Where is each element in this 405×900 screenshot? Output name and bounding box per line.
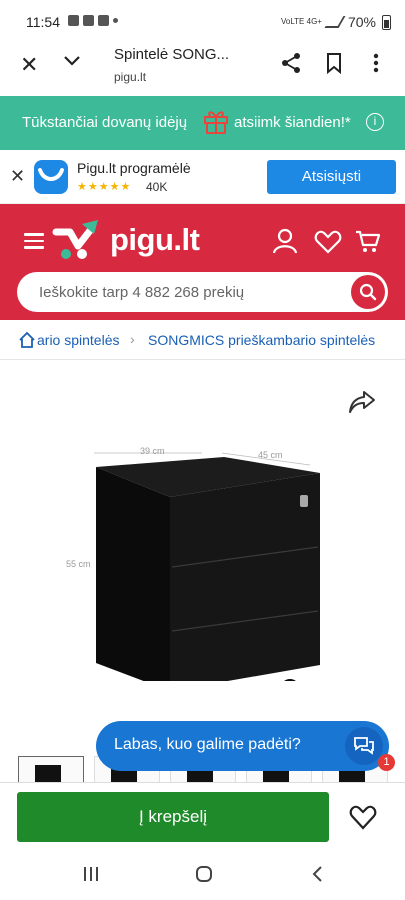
product-gallery: 39 cm 45 cm 55 cm (0, 361, 405, 756)
system-nav-bar (0, 848, 405, 900)
wishlist-icon[interactable] (314, 230, 342, 254)
search-button[interactable] (351, 275, 385, 309)
add-to-wishlist-icon[interactable] (349, 804, 377, 830)
home-icon[interactable] (18, 331, 36, 349)
info-icon[interactable]: i (366, 113, 384, 131)
menu-icon[interactable] (24, 233, 44, 249)
promo-text: Tūkstančiai dovanų idėjų (22, 114, 188, 131)
chat-unread-badge: 1 (378, 754, 395, 771)
dimension-depth-label: 45 cm (258, 450, 283, 460)
browser-toolbar: ✕ Spintelė SONG... pigu.lt (0, 44, 405, 94)
notification-icons (68, 15, 118, 26)
dimension-height-label: 55 cm (66, 559, 91, 569)
chevron-down-icon[interactable] (62, 50, 82, 70)
messenger-icon (98, 15, 109, 26)
chat-widget[interactable]: Labas, kuo galime padėti? (96, 721, 389, 771)
close-banner-icon[interactable]: ✕ (10, 166, 25, 187)
share-arrow-icon[interactable] (348, 389, 376, 415)
page-url[interactable]: pigu.lt (114, 70, 146, 84)
dimension-width-label: 39 cm (140, 446, 165, 456)
status-right: VoLTE 4G+ 70% (281, 14, 391, 30)
breadcrumb-separator: › (130, 331, 135, 347)
gallery-icon (68, 15, 79, 26)
breadcrumb: ario spintelės › SONGMICS prieškambario … (0, 320, 405, 360)
rating-count: 40K (146, 180, 168, 194)
back-nav-icon[interactable] (310, 865, 324, 883)
status-bar: 11:54 VoLTE 4G+ 70% (0, 0, 405, 44)
app-install-banner: ✕ Pigu.lt programėlė ★★★★★ 40K Atsisiųst… (0, 150, 405, 204)
breadcrumb-item[interactable]: SONGMICS prieškambario spintelės (148, 332, 375, 348)
chat-greeting: Labas, kuo galime padėti? (114, 736, 301, 753)
app-name: Pigu.lt programėlė (77, 160, 191, 176)
more-vert-icon[interactable] (366, 52, 386, 74)
page-title: Spintelė SONG... (114, 46, 230, 63)
search-placeholder: Ieškokite tarp 4 882 268 prekių (39, 284, 245, 301)
search-input[interactable]: Ieškokite tarp 4 882 268 prekių (17, 272, 388, 312)
site-header: pigu.lt Ieškokite tarp 4 882 268 prekių (0, 204, 405, 320)
download-app-button[interactable]: Atsisiųsti (267, 160, 396, 194)
gift-icon (204, 111, 228, 134)
pigu-logo-icon[interactable] (52, 218, 106, 262)
rating-stars-icon: ★★★★★ (77, 181, 132, 193)
promo-banner[interactable]: Tūkstančiai dovanų idėjų atsiimk šiandie… (0, 96, 405, 150)
search-icon (359, 283, 377, 301)
share-icon[interactable] (280, 52, 302, 74)
site-logo[interactable]: pigu.lt (110, 222, 200, 258)
battery-icon (382, 14, 391, 30)
user-icon[interactable] (272, 228, 298, 254)
add-to-cart-button[interactable]: Į krepšelį (17, 792, 329, 842)
app-logo-icon (34, 160, 68, 194)
purchase-bar: Į krepšelį (0, 782, 405, 848)
bookmark-icon[interactable] (324, 52, 344, 74)
close-icon[interactable]: ✕ (20, 52, 38, 78)
signal-icon (324, 16, 346, 28)
promo-cta-text: atsiimk šiandien!* (234, 114, 351, 131)
recent-apps-icon[interactable] (82, 866, 100, 882)
breadcrumb-item[interactable]: ario spintelės (37, 332, 120, 348)
download-icon (83, 15, 94, 26)
product-image[interactable]: 39 cm 45 cm 55 cm (62, 401, 332, 681)
home-nav-icon[interactable] (195, 865, 213, 883)
cart-icon[interactable] (355, 230, 381, 254)
status-time: 11:54 (26, 14, 60, 30)
network-label: VoLTE 4G+ (280, 17, 322, 26)
battery-percent: 70% (347, 14, 376, 30)
dot-icon (113, 18, 118, 23)
